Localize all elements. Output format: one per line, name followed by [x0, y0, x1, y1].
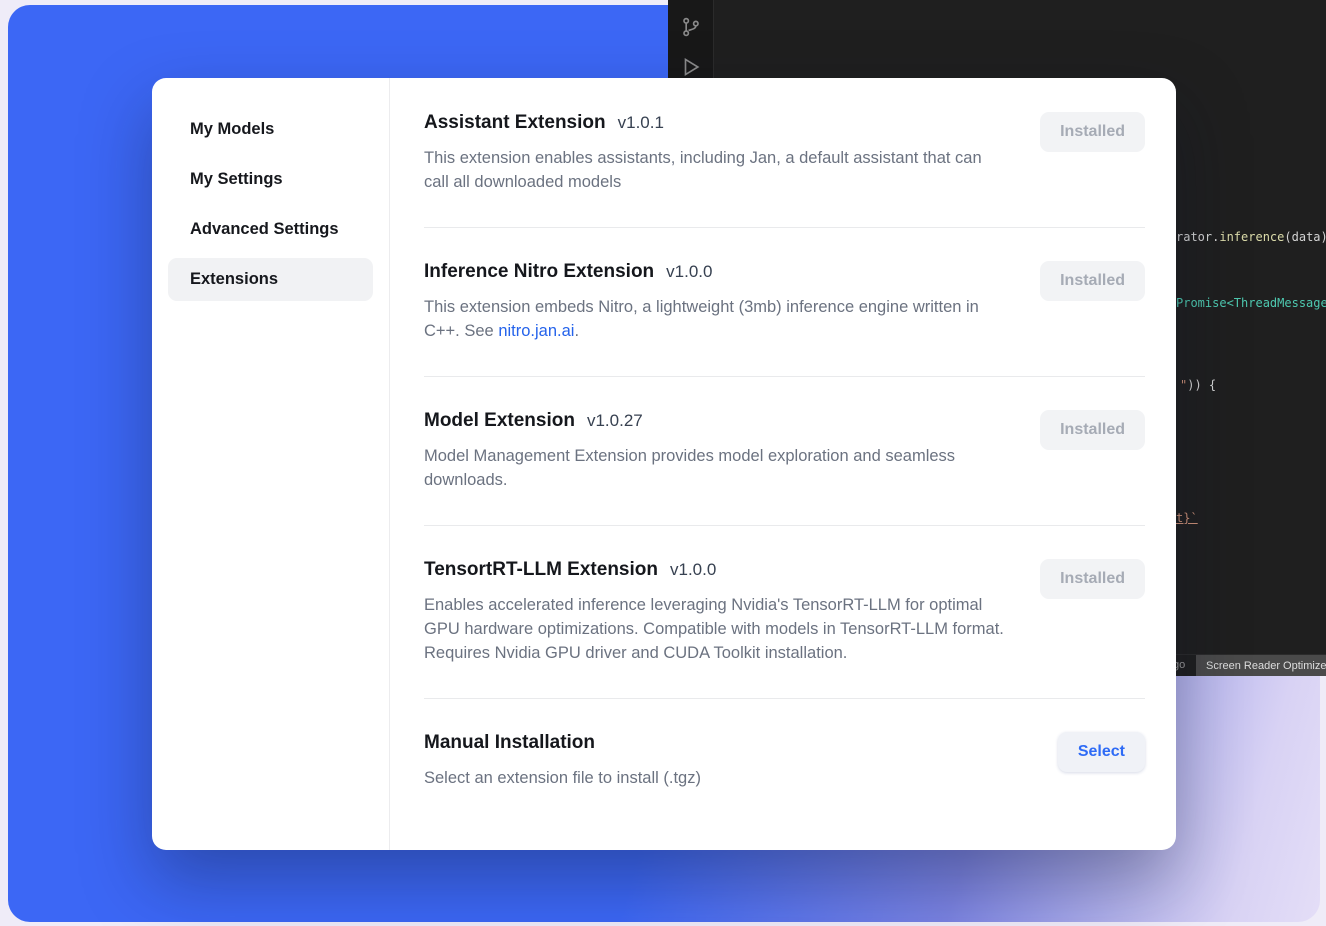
installed-button[interactable]: Installed — [1040, 112, 1145, 152]
extension-row-tensorrt-llm: TensortRT-LLM Extension v1.0.0 Enables ac… — [424, 526, 1145, 699]
extension-title-line: Assistant Extension v1.0.1 — [424, 112, 1009, 134]
extension-name: Manual Installation — [424, 732, 595, 753]
extension-description: This extension embeds Nitro, a lightweig… — [424, 295, 1009, 343]
extension-row-inference-nitro: Inference Nitro Extension v1.0.0 This ext… — [424, 228, 1145, 377]
extension-title-line: Manual Installation — [424, 732, 1009, 754]
extension-title-line: Model Extension v1.0.27 — [424, 410, 1009, 432]
code-line: 5// Web / extension runtime — [714, 52, 1326, 69]
extension-description: Model Management Extension provides mode… — [424, 444, 1009, 492]
code-lines: 2 * The entrypoint for the plugin. 3 */ … — [714, 2, 1326, 85]
sidebar-item-my-settings[interactable]: My Settings — [168, 158, 373, 201]
sidebar-item-extensions[interactable]: Extensions — [168, 258, 373, 301]
extension-info: Manual Installation Select an extension … — [424, 732, 1009, 790]
extensions-list: Assistant Extension v1.0.1 This extension… — [390, 78, 1176, 850]
extension-name: Model Extension — [424, 410, 575, 431]
code-fragment: Promise<ThreadMessage> — [1176, 296, 1326, 310]
extension-name: TensortRT-LLM Extension — [424, 559, 658, 580]
extension-description: Select an extension file to install (.tg… — [424, 766, 1009, 790]
sidebar-item-advanced-settings[interactable]: Advanced Settings — [168, 208, 373, 251]
extension-title-line: Inference Nitro Extension v1.0.0 — [424, 261, 1009, 283]
code-fragment: t}` — [1176, 511, 1198, 525]
code-line: 4 — [714, 35, 1326, 52]
code-line: 3 */ — [714, 19, 1326, 36]
screen-reader-status-badge[interactable]: Screen Reader Optimized — [1196, 655, 1326, 676]
manual-installation-row: Manual Installation Select an extension … — [424, 699, 1145, 823]
extension-description: Enables accelerated inference leveraging… — [424, 593, 1009, 665]
extension-row-model: Model Extension v1.0.27 Model Management … — [424, 377, 1145, 526]
extension-version: v1.0.0 — [670, 560, 716, 579]
extension-info: Model Extension v1.0.27 Model Management … — [424, 410, 1009, 492]
code-fragment: ")) { — [1180, 378, 1216, 392]
extension-version: v1.0.0 — [666, 262, 712, 281]
code-line: 2 * The entrypoint for the plugin. — [714, 2, 1326, 19]
sidebar-item-my-models[interactable]: My Models — [168, 108, 373, 151]
extension-info: Assistant Extension v1.0.1 This extension… — [424, 112, 1009, 194]
settings-modal: My Models My Settings Advanced Settings … — [152, 78, 1176, 850]
extension-description: This extension enables assistants, inclu… — [424, 146, 1009, 194]
select-file-button[interactable]: Select — [1058, 732, 1145, 772]
installed-button[interactable]: Installed — [1040, 410, 1145, 450]
code-fragment: rator.inference(data)); — [1176, 230, 1326, 244]
extension-info: Inference Nitro Extension v1.0.0 This ext… — [424, 261, 1009, 343]
extension-name: Inference Nitro Extension — [424, 261, 654, 282]
settings-sidebar: My Models My Settings Advanced Settings … — [152, 78, 390, 850]
extension-version: v1.0.27 — [587, 411, 643, 430]
installed-button[interactable]: Installed — [1040, 559, 1145, 599]
extension-version: v1.0.1 — [618, 113, 664, 132]
extension-info: TensortRT-LLM Extension v1.0.0 Enables ac… — [424, 559, 1009, 665]
nitro-jan-ai-link[interactable]: nitro.jan.ai — [498, 322, 574, 340]
extension-row-assistant: Assistant Extension v1.0.1 This extension… — [424, 112, 1145, 228]
source-control-icon[interactable] — [680, 16, 702, 41]
extension-title-line: TensortRT-LLM Extension v1.0.0 — [424, 559, 1009, 581]
extension-name: Assistant Extension — [424, 112, 606, 133]
installed-button[interactable]: Installed — [1040, 261, 1145, 301]
description-text: . — [574, 322, 579, 340]
